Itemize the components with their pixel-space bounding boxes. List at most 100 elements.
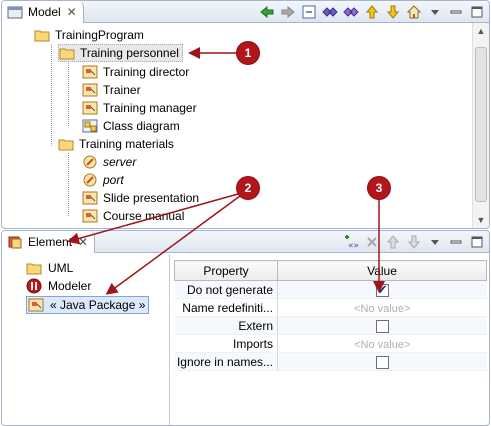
component-icon [83, 173, 97, 187]
tree-item-class-diagram[interactable]: Class diagram [82, 117, 180, 135]
callout-3: 3 [368, 177, 390, 199]
tree-item-training-director[interactable]: Training director [82, 63, 189, 81]
element-item-label: « Java Package » [50, 298, 146, 312]
property-row[interactable]: Ignore in names... [174, 352, 487, 371]
property-name: Extern [174, 316, 278, 335]
diagram-icon [82, 191, 98, 205]
tree-item-label: Slide presentation [103, 191, 200, 205]
tree-item-training-materials[interactable]: Training materials [58, 135, 174, 153]
tree-item-training-manager[interactable]: Training manager [82, 99, 197, 117]
link-icon-2[interactable] [343, 4, 359, 20]
up-icon[interactable] [364, 4, 380, 20]
package-icon [58, 139, 74, 151]
property-row[interactable]: Name redefiniti... <No value> [174, 298, 487, 317]
element-view: Element ✕ «» UML Modeler « Java Package … [1, 230, 490, 426]
move-up-icon[interactable] [385, 234, 401, 250]
diagram-icon [82, 65, 98, 79]
close-icon[interactable]: ✕ [78, 231, 88, 253]
property-row[interactable]: Extern [174, 316, 487, 335]
tab-model[interactable]: Model ✕ [2, 1, 84, 23]
minimize-icon[interactable] [448, 4, 464, 20]
tab-element-label: Element [28, 235, 73, 249]
tree-item-port[interactable]: port [82, 171, 124, 189]
tree-item-label: server [103, 155, 137, 169]
maximize-icon[interactable] [469, 234, 485, 250]
element-item-label: Modeler [48, 279, 92, 293]
maximize-icon[interactable] [469, 4, 485, 20]
folder-icon [34, 30, 50, 42]
column-header-value[interactable]: Value [277, 260, 487, 281]
model-tabbar: Model ✕ [2, 1, 489, 23]
tree-item-label: Training manager [103, 101, 197, 115]
tree-item-server[interactable]: server [82, 153, 136, 171]
tree-item-trainer[interactable]: Trainer [82, 81, 141, 99]
view-menu-icon[interactable] [427, 234, 443, 250]
java-package-icon [28, 298, 44, 312]
property-name: Do not generate [174, 280, 278, 299]
do-not-generate-checkbox[interactable] [375, 282, 389, 298]
tree-item-label: Trainer [103, 83, 141, 97]
tree-item-label: Training director [103, 65, 190, 79]
diagram-icon [82, 209, 98, 223]
property-name: Name redefiniti... [174, 298, 278, 317]
scroll-thumb[interactable] [475, 47, 487, 202]
collapse-all-icon[interactable] [301, 4, 317, 20]
model-scrollbar[interactable]: ▲ ▼ [472, 23, 489, 228]
property-value[interactable]: <No value> [354, 303, 410, 315]
tree-item-course-manual[interactable]: Course manual [82, 207, 184, 225]
property-name: Ignore in names... [174, 352, 278, 371]
tab-model-label: Model [28, 5, 61, 19]
tree-item-label: TrainingProgram [55, 28, 144, 42]
class-diagram-icon [82, 119, 98, 133]
tree-item-label: port [103, 173, 124, 187]
diagram-icon [82, 101, 98, 115]
element-item-java-package[interactable]: « Java Package » [26, 296, 150, 314]
element-tabbar: Element ✕ «» [2, 231, 489, 253]
tree-item-slide-presentation[interactable]: Slide presentation [82, 189, 199, 207]
package-icon [59, 48, 75, 60]
diagram-icon [82, 83, 98, 97]
element-item-modeler[interactable]: Modeler [26, 277, 91, 295]
element-view-icon [8, 236, 22, 249]
element-item-label: UML [48, 261, 74, 275]
tree-item-training-personnel[interactable]: Training personnel [58, 44, 183, 62]
down-icon[interactable] [385, 4, 401, 20]
minimize-icon[interactable] [448, 234, 464, 250]
property-name: Imports [174, 334, 278, 353]
tree-item-trainingprogram[interactable]: TrainingProgram [34, 26, 144, 44]
property-value[interactable]: <No value> [354, 339, 410, 351]
tree-item-label: Training materials [79, 137, 174, 151]
column-header-property[interactable]: Property [174, 260, 278, 281]
ignore-in-names-checkbox[interactable] [375, 355, 389, 369]
element-toolbar: «» [343, 234, 485, 250]
tree-item-label: Course manual [103, 209, 185, 223]
scroll-down-icon[interactable]: ▼ [473, 212, 489, 228]
callout-2: 2 [237, 177, 259, 199]
folder-icon [26, 263, 42, 275]
element-list: UML Modeler « Java Package » [2, 254, 170, 425]
callout-1: 1 [237, 42, 259, 64]
tree-item-label: Training personnel [80, 46, 179, 60]
view-menu-icon[interactable] [427, 4, 443, 20]
model-toolbar [259, 4, 485, 20]
scroll-up-icon[interactable]: ▲ [473, 23, 489, 39]
svg-text:«»: «» [348, 241, 359, 249]
property-row[interactable]: Imports <No value> [174, 334, 487, 353]
remove-icon[interactable] [364, 234, 380, 250]
element-item-uml[interactable]: UML [26, 259, 73, 277]
extern-checkbox[interactable] [375, 319, 389, 333]
property-table: Property Value Do not generate Name rede… [174, 260, 487, 371]
back-arrow-icon[interactable] [259, 4, 275, 20]
close-icon[interactable]: ✕ [67, 1, 77, 23]
component-icon [83, 155, 97, 169]
modeler-icon [26, 278, 42, 294]
model-view-icon [7, 6, 23, 19]
forward-arrow-icon[interactable] [280, 4, 296, 20]
tab-element[interactable]: Element ✕ [2, 231, 96, 253]
property-row[interactable]: Do not generate [174, 280, 487, 299]
tree-item-label: Class diagram [103, 119, 180, 133]
add-stereotype-icon[interactable]: «» [343, 234, 359, 250]
move-down-icon[interactable] [406, 234, 422, 250]
home-icon[interactable] [406, 4, 422, 20]
link-icon[interactable] [322, 4, 338, 20]
